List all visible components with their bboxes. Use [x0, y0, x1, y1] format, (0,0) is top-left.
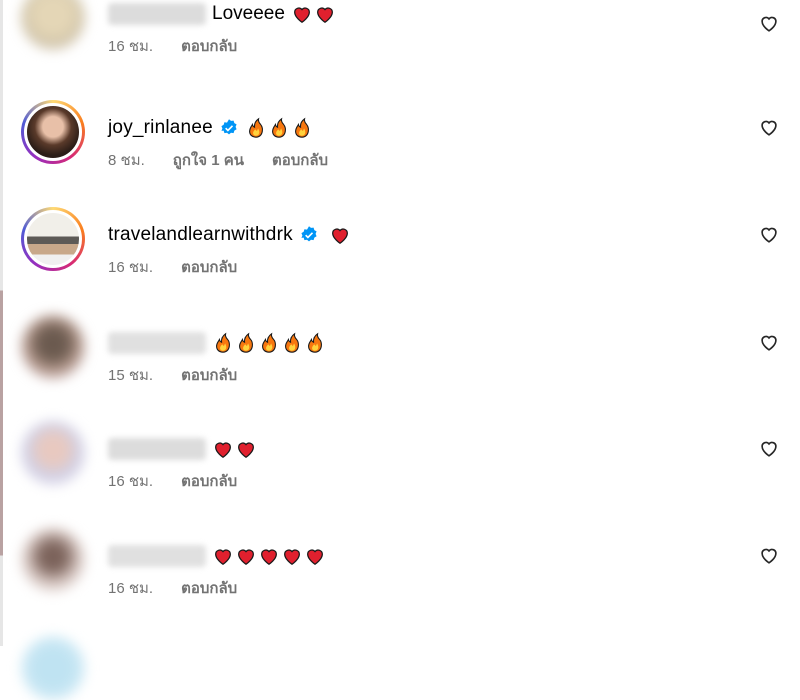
comment-item: 16 ชม. ตอบกลับ [0, 421, 800, 521]
comment-item: 15 ชม. ตอบกลับ [0, 315, 800, 415]
like-heart-icon[interactable] [758, 437, 780, 459]
likes-count[interactable]: ถูกใจ 1 คน [173, 148, 244, 172]
like-heart-icon[interactable] [758, 12, 780, 34]
verified-badge-icon [221, 119, 237, 135]
username-blurred[interactable] [108, 3, 206, 25]
avatar[interactable] [21, 528, 85, 592]
comment-time[interactable]: 16 ชม. [108, 255, 153, 279]
comment-time[interactable]: 15 ชม. [108, 363, 153, 387]
avatar[interactable] [21, 421, 85, 485]
heart-emoji-icon [238, 442, 254, 459]
comment-emoji [329, 224, 351, 246]
heart-emoji-icon [284, 549, 300, 566]
fire-emoji-icon [271, 117, 286, 138]
heart-emoji-icon [215, 549, 231, 566]
comment-item: travelandlearnwithdrk 16 ชม. ตอบกลับ [0, 207, 800, 307]
comment-emoji [212, 438, 257, 460]
heart-emoji-icon [215, 442, 231, 459]
reply-button[interactable]: ตอบกลับ [181, 255, 237, 279]
heart-emoji-icon [331, 228, 348, 245]
comment-time[interactable]: 8 ชม. [108, 148, 145, 172]
like-heart-icon[interactable] [758, 223, 780, 245]
reply-button[interactable]: ตอบกลับ [181, 363, 237, 387]
verified-badge-icon [301, 226, 317, 242]
comment-emoji [212, 545, 326, 567]
avatar[interactable] [21, 0, 85, 50]
fire-emoji-icon [248, 117, 263, 138]
heart-emoji-icon [238, 549, 254, 566]
fire-emoji-icon [216, 332, 230, 353]
comment-emoji [212, 332, 326, 354]
comment-time[interactable]: 16 ชม. [108, 576, 153, 600]
comment-emoji [245, 117, 313, 139]
heart-emoji-icon [316, 7, 333, 24]
avatar[interactable] [21, 207, 85, 271]
reply-button[interactable]: ตอบกลับ [272, 148, 328, 172]
reply-button[interactable]: ตอบกลับ [181, 34, 237, 58]
heart-emoji-icon [293, 7, 310, 24]
username-blurred[interactable] [108, 545, 206, 567]
username-blurred[interactable] [108, 438, 206, 460]
reply-button[interactable]: ตอบกลับ [181, 469, 237, 493]
comment-time[interactable]: 16 ชม. [108, 469, 153, 493]
comment-emoji [291, 3, 336, 25]
avatar[interactable] [21, 315, 85, 379]
fire-emoji-icon [239, 332, 253, 353]
username[interactable]: joy_rinlanee [108, 117, 213, 139]
comment-item: joy_rinlanee 8 ชม. ถูกใจ 1 คน ตอบกลับ [0, 100, 800, 200]
like-heart-icon[interactable] [758, 116, 780, 138]
username[interactable]: travelandlearnwithdrk [108, 224, 293, 246]
comment-time[interactable]: 16 ชม. [108, 34, 153, 58]
heart-emoji-icon [261, 549, 277, 566]
username-blurred[interactable] [108, 332, 206, 354]
like-heart-icon[interactable] [758, 544, 780, 566]
comment-item: Loveeee 16 ชม. ตอบกลับ [0, 0, 800, 86]
like-heart-icon[interactable] [758, 331, 780, 353]
fire-emoji-icon [308, 332, 322, 353]
fire-emoji-icon [294, 117, 309, 138]
fire-emoji-icon [285, 332, 299, 353]
reply-button[interactable]: ตอบกลับ [181, 576, 237, 600]
fire-emoji-icon [262, 332, 276, 353]
heart-emoji-icon [307, 549, 323, 566]
avatar[interactable] [21, 100, 85, 164]
comment-text: Loveeee [212, 3, 285, 24]
comment-item: 16 ชม. ตอบกลับ [0, 528, 800, 628]
